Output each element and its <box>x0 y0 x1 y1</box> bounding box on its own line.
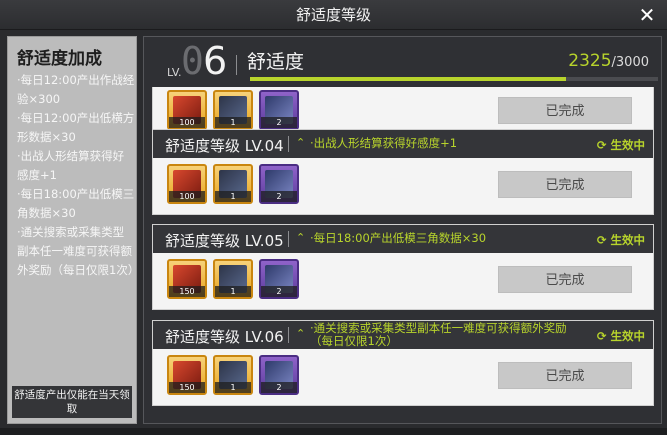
bonus-title: 舒适度加成 <box>17 49 102 69</box>
window-title: 舒适度等级 <box>295 6 371 24</box>
reward-item[interactable]: 1 <box>213 355 253 395</box>
bonus-item: ·通关搜索或采集类型副本任一难度可获得额外奖励（每日仅限1次） <box>17 225 140 277</box>
reward-item[interactable]: 2 <box>259 90 299 130</box>
reward-count: 1 <box>215 286 251 297</box>
comfort-bonus-panel: 舒适度加成 ·每日12:00产出作战经验×300 ·每日12:00产出低横方形数… <box>7 36 140 424</box>
level-card: 舒适度等级 LV.05 ⌃ ·每日18:00产出低模三角数据×30 ⟳ 生效中 … <box>152 224 654 310</box>
reward-count: 2 <box>261 286 297 297</box>
reward-count: 150 <box>169 382 205 393</box>
daily-claim-note: 舒适度产出仅能在当天领取 <box>12 386 132 418</box>
card-description: ·通关搜索或采集类型副本任一难度可获得额外奖励（每日仅限1次） <box>310 321 567 348</box>
bonus-item: ·每日18:00产出低模三角数据×30 <box>17 187 135 220</box>
reward-count: 150 <box>169 286 205 297</box>
bonus-item: ·每日12:00产出低横方形数据×30 <box>17 111 135 144</box>
reward-count: 2 <box>261 117 297 128</box>
reward-count: 2 <box>261 191 297 202</box>
reward-count: 2 <box>261 382 297 393</box>
comfort-title: 舒适度 <box>247 51 305 73</box>
bottom-strip <box>0 428 667 435</box>
level-label: LV. <box>167 66 182 79</box>
divider <box>288 327 289 343</box>
reward-item[interactable]: 150 <box>167 355 207 395</box>
comfort-score: 2325/3000 <box>568 51 649 71</box>
card-header: 舒适度等级 LV.05 ⌃ ·每日18:00产出低模三角数据×30 ⟳ 生效中 <box>153 225 653 253</box>
card-rewards: 150 1 2 已完成 <box>153 253 653 309</box>
reward-count: 100 <box>169 117 205 128</box>
status-badge: ⟳ 生效中 <box>597 137 645 153</box>
status-text: 生效中 <box>610 138 646 152</box>
card-rewards: 100 1 2 已完成 <box>153 158 653 214</box>
card-title: 舒适度等级 LV.04 <box>165 137 284 155</box>
level-card: 舒适度等级 LV.06 ⌃ ·通关搜索或采集类型副本任一难度可获得额外奖励（每日… <box>152 320 654 406</box>
status-badge: ⟳ 生效中 <box>597 232 645 248</box>
divider <box>288 231 289 247</box>
reward-item[interactable]: 100 <box>167 164 207 204</box>
reward-item[interactable]: 2 <box>259 259 299 299</box>
reward-item[interactable]: 1 <box>213 90 253 130</box>
reward-item[interactable]: 150 <box>167 259 207 299</box>
refresh-icon: ⟳ <box>596 329 611 343</box>
card-header: 舒适度等级 LV.04 ⌃ ·出战人形结算获得好感度+1 ⟳ 生效中 <box>153 130 653 158</box>
comfort-progress-fill <box>250 77 567 81</box>
comfort-level-panel: LV. 0 6 舒适度 2325/3000 100 1 2 已完成 舒适度等级 … <box>143 36 662 424</box>
reward-count: 1 <box>215 191 251 202</box>
level-card: 舒适度等级 LV.04 ⌃ ·出战人形结算获得好感度+1 ⟳ 生效中 100 1… <box>152 129 654 215</box>
reward-item[interactable]: 1 <box>213 259 253 299</box>
reward-count: 1 <box>215 382 251 393</box>
bonus-item: ·每日12:00产出作战经验×300 <box>17 73 135 106</box>
refresh-icon: ⟳ <box>596 138 611 152</box>
double-chevron-up-icon: ⌃ <box>296 327 306 340</box>
level-number: 6 <box>203 39 228 83</box>
level-prefix: 0 <box>181 39 204 83</box>
card-description: ·每日18:00产出低模三角数据×30 <box>310 231 487 245</box>
completed-button[interactable]: 已完成 <box>498 97 632 124</box>
reward-item[interactable]: 2 <box>259 164 299 204</box>
completed-button[interactable]: 已完成 <box>498 362 632 389</box>
close-icon[interactable]: ✕ <box>635 3 659 27</box>
reward-item[interactable]: 100 <box>167 90 207 130</box>
comfort-current: 2325 <box>568 51 612 71</box>
refresh-icon: ⟳ <box>596 233 611 247</box>
level-header: LV. 0 6 舒适度 2325/3000 <box>144 37 661 87</box>
title-bar: 舒适度等级 ✕ <box>0 0 667 30</box>
reward-item[interactable]: 2 <box>259 355 299 395</box>
double-chevron-up-icon: ⌃ <box>296 231 306 244</box>
reward-count: 1 <box>215 117 251 128</box>
reward-item[interactable]: 1 <box>213 164 253 204</box>
card-title: 舒适度等级 LV.05 <box>165 232 284 250</box>
status-badge: ⟳ 生效中 <box>597 328 645 344</box>
status-text: 生效中 <box>610 329 646 343</box>
bonus-list: ·每日12:00产出作战经验×300 ·每日12:00产出低横方形数据×30 ·… <box>17 71 140 280</box>
completed-button[interactable]: 已完成 <box>498 171 632 198</box>
reward-count: 100 <box>169 191 205 202</box>
bonus-item: ·出战人形结算获得好感度+1 <box>17 149 125 182</box>
level-list[interactable]: 100 1 2 已完成 舒适度等级 LV.04 ⌃ ·出战人形结算获得好感度+1… <box>144 87 661 423</box>
card-title: 舒适度等级 LV.06 <box>165 328 284 346</box>
completed-button[interactable]: 已完成 <box>498 266 632 293</box>
comfort-progress-bar <box>250 77 658 81</box>
divider <box>288 136 289 152</box>
status-text: 生效中 <box>610 233 646 247</box>
card-header: 舒适度等级 LV.06 ⌃ ·通关搜索或采集类型副本任一难度可获得额外奖励（每日… <box>153 321 653 349</box>
divider <box>236 55 237 75</box>
comfort-max: /3000 <box>611 55 649 70</box>
double-chevron-up-icon: ⌃ <box>296 136 306 149</box>
card-description: ·出战人形结算获得好感度+1 <box>310 136 458 150</box>
card-rewards: 150 1 2 已完成 <box>153 349 653 405</box>
